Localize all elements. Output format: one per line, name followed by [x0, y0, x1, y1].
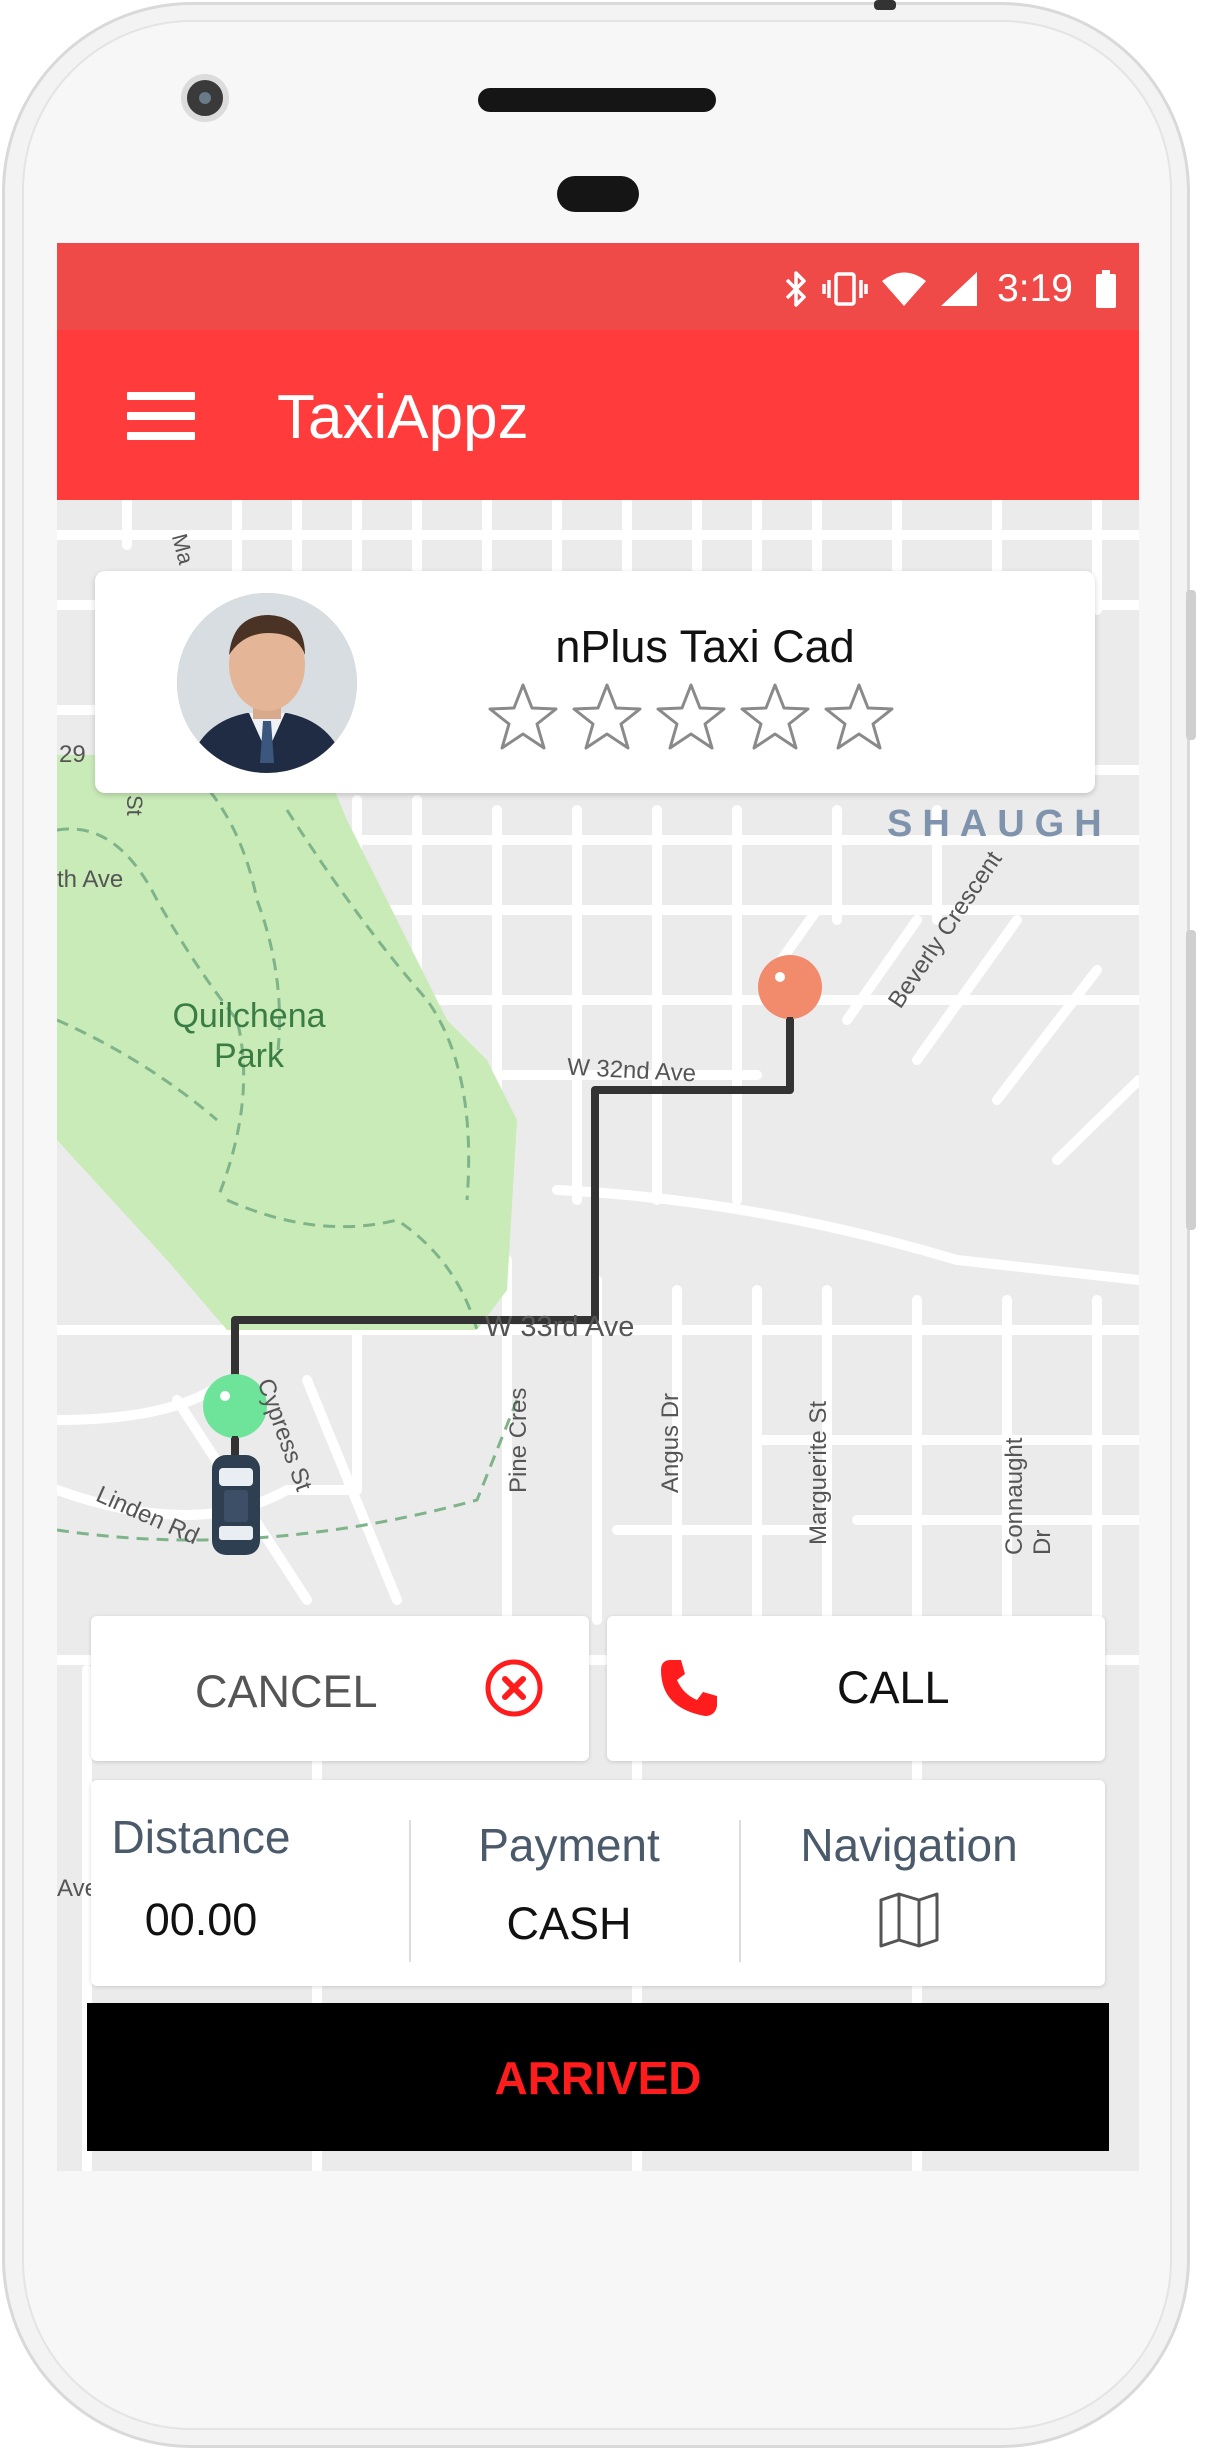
battery-icon: [1096, 270, 1116, 308]
map-label-29: 29: [59, 741, 86, 768]
map-icon[interactable]: [878, 1892, 940, 1948]
driver-avatar: [177, 593, 357, 773]
bluetooth-icon: [785, 271, 806, 307]
info-divider: [739, 1820, 741, 1962]
distance-section: Distance 00.00: [91, 1780, 311, 1986]
cancel-circle-icon: [485, 1659, 543, 1717]
earpiece-speaker: [478, 88, 716, 112]
distance-label: Distance: [111, 1811, 291, 1863]
map-label-connaught: Connaught Dr: [1001, 1437, 1056, 1555]
map-label-pine: Pine Cres: [505, 1387, 532, 1493]
navigation-label: Navigation: [800, 1819, 1018, 1871]
map-label-ave-left: th Ave: [57, 866, 124, 893]
star-icon[interactable]: [655, 681, 727, 753]
call-label: CALL: [837, 1662, 950, 1713]
cancel-button[interactable]: CANCEL: [91, 1616, 589, 1761]
map-label-w33rd: W 33rd Ave: [485, 1311, 635, 1343]
map-label-marguerite: Marguerite St: [805, 1400, 832, 1545]
info-divider: [409, 1820, 411, 1962]
star-icon[interactable]: [823, 681, 895, 753]
arrived-label: ARRIVED: [494, 2052, 702, 2104]
vibrate-icon: [822, 272, 868, 306]
menu-icon[interactable]: [127, 392, 195, 440]
star-icon[interactable]: [739, 681, 811, 753]
map-label-st-left: St: [122, 795, 147, 816]
map-label-angus: Angus Dr: [657, 1392, 684, 1493]
map-label-neighbourhood: SHAUGH: [887, 803, 1112, 845]
star-icon[interactable]: [571, 681, 643, 753]
screen: 3:19 TaxiAppz Quilchena Park W 33rd Ave …: [57, 243, 1139, 2171]
wifi-icon: [882, 272, 927, 306]
map-label-park: Quilchena Park: [172, 997, 326, 1075]
arrived-button[interactable]: ARRIVED: [87, 2003, 1109, 2151]
proximity-sensor: [557, 176, 639, 212]
payment-value: CASH: [506, 1898, 632, 1949]
driver-name: nPlus Taxi Cad: [555, 621, 855, 672]
payment-section: Payment CASH: [421, 1780, 717, 1986]
status-bar: 3:19: [57, 243, 1139, 330]
front-camera: [181, 74, 229, 122]
status-time: 3:19: [997, 267, 1073, 310]
app-bar: TaxiAppz: [57, 330, 1139, 500]
top-button: [874, 0, 896, 10]
navigation-section[interactable]: Navigation: [753, 1780, 1065, 1986]
call-button[interactable]: CALL: [607, 1616, 1105, 1761]
power-button: [1186, 590, 1196, 740]
driver-card: nPlus Taxi Cad: [95, 571, 1095, 793]
volume-button: [1186, 930, 1196, 1230]
phone-icon: [661, 1660, 717, 1716]
payment-label: Payment: [478, 1819, 660, 1871]
signal-icon: [941, 272, 978, 306]
cancel-label: CANCEL: [195, 1666, 378, 1717]
star-icon[interactable]: [487, 681, 559, 753]
distance-value: 00.00: [144, 1894, 258, 1945]
car-icon: [212, 1455, 260, 1555]
rating-stars[interactable]: [487, 681, 895, 753]
trip-info-panel: Distance 00.00 Payment CASH Navigation: [91, 1780, 1105, 1986]
status-icons: 3:19: [783, 267, 1117, 310]
app-title: TaxiAppz: [277, 383, 529, 452]
